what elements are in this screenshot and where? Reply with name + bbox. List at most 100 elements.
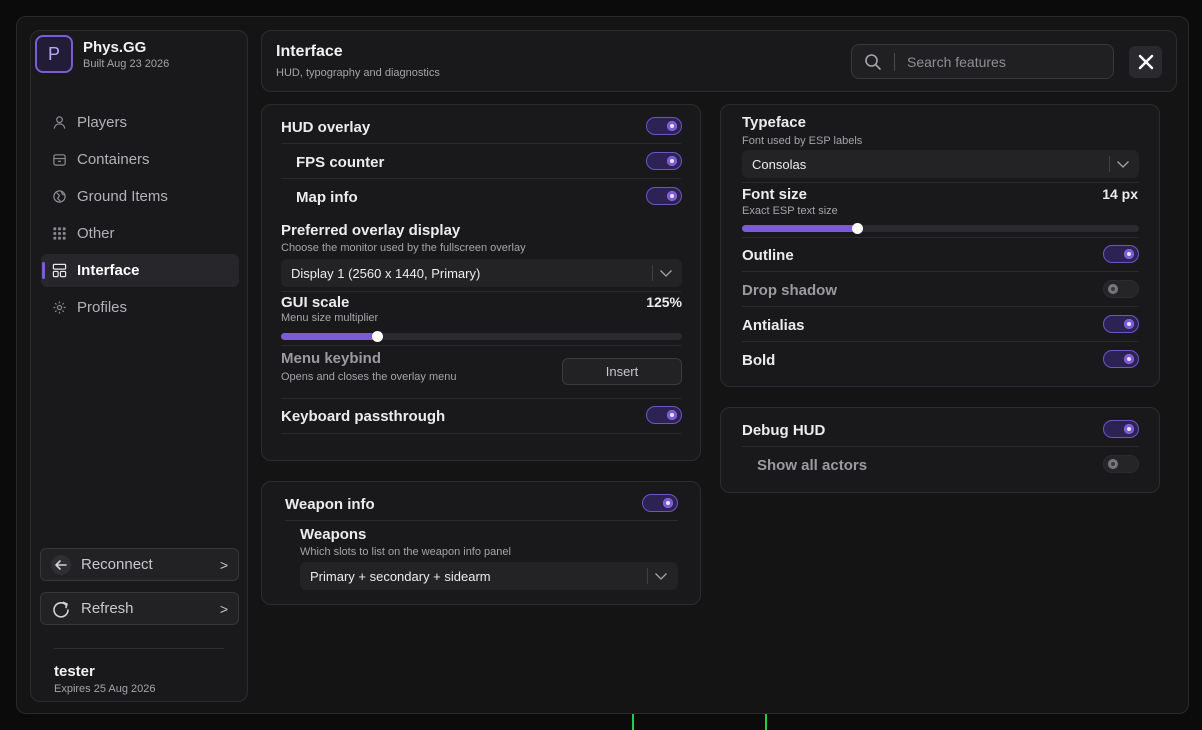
sidebar-item-label: Profiles (77, 299, 128, 316)
sidebar-item-players[interactable]: Players (41, 106, 239, 139)
divider (281, 291, 681, 292)
font-size-slider[interactable] (742, 223, 1139, 234)
background-line-left (632, 712, 634, 730)
page-subtitle: HUD, typography and diagnostics (276, 67, 440, 79)
divider (281, 345, 681, 346)
sidebar-item-label: Ground Items (77, 188, 168, 205)
refresh-icon (51, 599, 71, 619)
typeface-label: Typeface (742, 114, 806, 131)
sidebar: P Phys.GG Built Aug 23 2026 Players Cont… (30, 30, 248, 702)
sidebar-item-other[interactable]: Other (41, 217, 239, 250)
chevron-right-icon: > (219, 600, 228, 617)
slider-handle[interactable] (852, 223, 864, 234)
menu-keybind-button[interactable]: Insert (562, 358, 682, 385)
gui-scale-slider[interactable] (281, 331, 682, 342)
brand: P Phys.GG Built Aug 23 2026 (35, 35, 169, 73)
drop-shadow-toggle[interactable] (1103, 280, 1139, 298)
typeface-value: Consolas (752, 156, 807, 172)
slider-handle[interactable] (372, 331, 384, 342)
arrow-left-icon (51, 554, 71, 575)
reconnect-button[interactable]: Reconnect > (40, 548, 239, 581)
slider-fill (281, 333, 378, 340)
chevron-down-icon (655, 573, 667, 580)
close-button[interactable] (1129, 46, 1162, 78)
divider (742, 237, 1139, 238)
menu-keybind-description: Opens and closes the overlay menu (281, 371, 457, 383)
weapon-card: Weapon info Weapons Which slots to list … (261, 481, 701, 605)
keyboard-passthrough-toggle[interactable] (646, 406, 682, 424)
weapons-select[interactable]: Primary + secondary + sidearm (300, 562, 678, 590)
sidebar-item-containers[interactable]: Containers (41, 143, 239, 176)
divider (281, 178, 681, 179)
sidebar-item-label: Interface (77, 262, 140, 279)
weapons-label: Weapons (300, 526, 367, 543)
user-expiry: Expires 25 Aug 2026 (54, 683, 156, 695)
sidebar-nav: Players Containers Ground Items Other In… (41, 106, 239, 328)
menu-keybind-label: Menu keybind (281, 350, 382, 367)
close-icon (1138, 54, 1153, 70)
map-info-label: Map info (296, 189, 358, 206)
typeface-description: Font used by ESP labels (742, 135, 863, 147)
divider (742, 446, 1139, 447)
user-name: tester (54, 663, 95, 680)
divider (742, 341, 1139, 342)
search-input[interactable] (907, 53, 1097, 70)
typeface-card: Typeface Font used by ESP labels Consola… (720, 104, 1160, 387)
sidebar-item-label: Containers (77, 151, 150, 168)
sidebar-item-interface[interactable]: Interface (41, 254, 239, 287)
overlay-display-label: Preferred overlay display (281, 222, 461, 239)
refresh-label: Refresh (81, 600, 134, 617)
select-divider (1109, 156, 1110, 172)
select-divider (652, 265, 653, 281)
weapon-info-toggle[interactable] (642, 494, 678, 512)
hud-overlay-label: HUD overlay (281, 119, 371, 136)
box-icon (51, 152, 67, 168)
refresh-button[interactable]: Refresh > (40, 592, 239, 625)
map-info-toggle[interactable] (646, 187, 682, 205)
sidebar-item-ground-items[interactable]: Ground Items (41, 180, 239, 213)
debug-hud-toggle[interactable] (1103, 420, 1139, 438)
brand-build: Built Aug 23 2026 (83, 57, 170, 70)
gui-scale-label: GUI scale (281, 294, 350, 311)
divider (742, 306, 1139, 307)
weapons-value: Primary + secondary + sidearm (310, 568, 491, 584)
antialias-toggle[interactable] (1103, 315, 1139, 333)
app-window: P Phys.GG Built Aug 23 2026 Players Cont… (16, 16, 1189, 714)
weapons-description: Which slots to list on the weapon info p… (300, 546, 511, 558)
user-icon (51, 115, 67, 131)
antialias-label: Antialias (742, 317, 805, 334)
outline-toggle[interactable] (1103, 245, 1139, 263)
background-line-right (765, 712, 767, 730)
search-box (851, 44, 1114, 79)
brand-name: Phys.GG (83, 38, 147, 56)
chevron-down-icon (1117, 161, 1129, 168)
grid-icon (51, 226, 67, 242)
fps-counter-toggle[interactable] (646, 152, 682, 170)
overlay-display-select[interactable]: Display 1 (2560 x 1440, Primary) (281, 259, 682, 287)
weapon-info-label: Weapon info (285, 496, 375, 513)
hud-overlay-toggle[interactable] (646, 117, 682, 135)
sidebar-divider (54, 648, 224, 649)
divider (281, 143, 681, 144)
bold-toggle[interactable] (1103, 350, 1139, 368)
search-icon (865, 53, 881, 70)
page-header: Interface HUD, typography and diagnostic… (261, 30, 1177, 92)
typeface-select[interactable]: Consolas (742, 150, 1139, 178)
sidebar-item-profiles[interactable]: Profiles (41, 291, 239, 324)
debug-hud-label: Debug HUD (742, 422, 826, 439)
page-title: Interface (276, 43, 343, 60)
select-divider (647, 568, 648, 584)
divider (742, 182, 1139, 183)
gui-scale-description: Menu size multiplier (281, 312, 379, 324)
font-size-label: Font size (742, 186, 808, 203)
brand-logo: P (35, 35, 73, 73)
sidebar-item-label: Other (77, 225, 115, 242)
show-all-actors-label: Show all actors (757, 457, 868, 474)
slider-fill (742, 225, 858, 232)
show-all-actors-toggle[interactable] (1103, 455, 1139, 473)
divider (285, 520, 678, 521)
overlay-display-description: Choose the monitor used by the fullscree… (281, 242, 526, 254)
font-size-description: Exact ESP text size (742, 205, 838, 217)
layout-icon (51, 263, 67, 279)
globe-icon (51, 189, 67, 205)
